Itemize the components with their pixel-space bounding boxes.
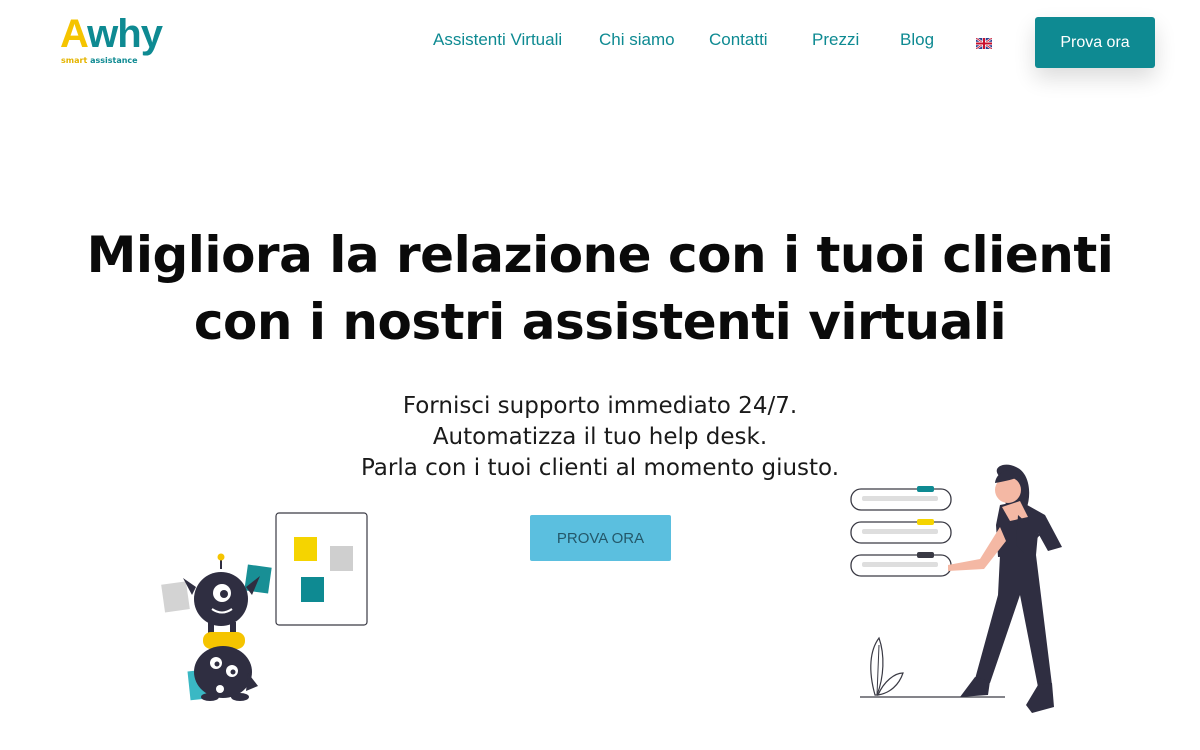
nav-item-prezzi[interactable]: Prezzi bbox=[812, 30, 859, 50]
logo[interactable]: Awhy smart assistance bbox=[60, 14, 163, 68]
site-header: Awhy smart assistance Assistenti Virtual… bbox=[0, 0, 1200, 85]
prova-ora-button[interactable]: Prova ora bbox=[1035, 17, 1155, 68]
hero-line: Fornisci supporto immediato 24/7. bbox=[402, 393, 798, 419]
woman-with-checklist-illustration bbox=[850, 464, 1062, 713]
nav-item-chi-siamo[interactable]: Chi siamo bbox=[599, 30, 675, 50]
uk-flag-icon[interactable] bbox=[976, 38, 992, 49]
hero-title: Migliora la relazione con i tuoi clienti… bbox=[86, 226, 1114, 351]
nav-item-assistenti-virtuali[interactable]: Assistenti Virtuali bbox=[433, 30, 562, 50]
nav-item-contatti[interactable]: Contatti bbox=[709, 30, 768, 50]
logo-wordmark: Awhy bbox=[60, 12, 163, 56]
hero-line: Parla con i tuoi clienti al momento gius… bbox=[360, 455, 840, 481]
robots-with-sticky-notes-illustration bbox=[161, 512, 368, 701]
hero-cta-button[interactable]: PROVA ORA bbox=[530, 515, 671, 561]
hero-line: Automatizza il tuo help desk. bbox=[432, 424, 768, 450]
logo-tagline: smart assistance bbox=[61, 56, 138, 65]
hero-subtitle: Fornisci supporto immediato 24/7. Automa… bbox=[300, 391, 900, 484]
nav-item-blog[interactable]: Blog bbox=[900, 30, 934, 50]
